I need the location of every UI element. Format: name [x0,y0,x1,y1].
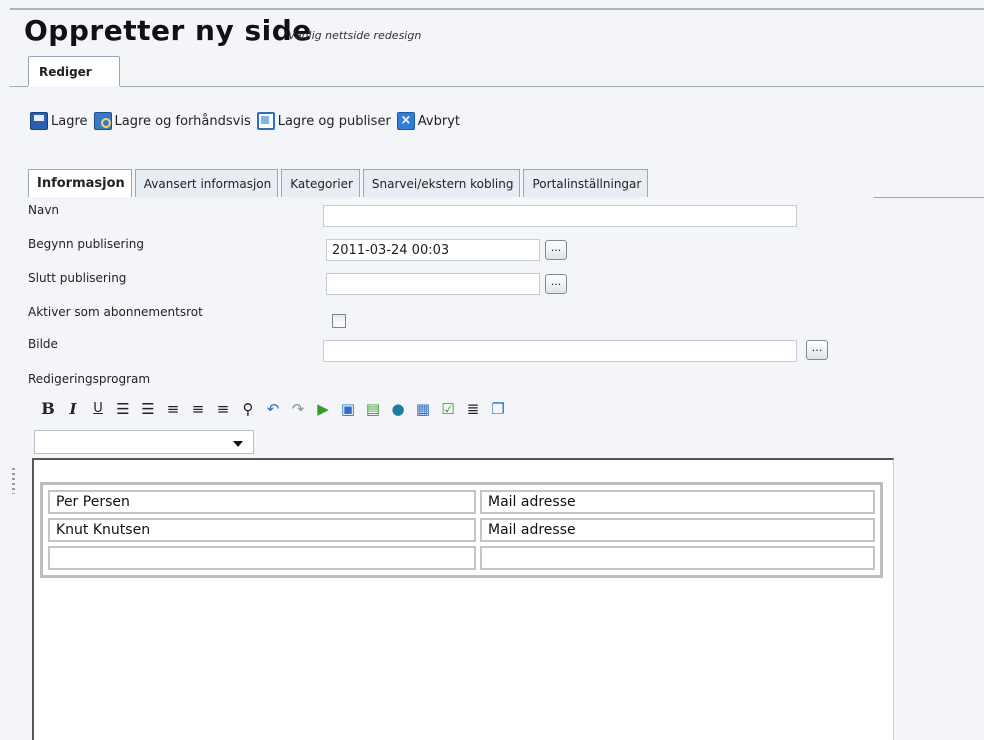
start-publish-field[interactable]: 2011-03-24 00:03 [326,239,540,261]
editor-content-area[interactable]: Per Persen Mail adresse Knut Knutsen Mai… [32,458,894,740]
cancel-button[interactable]: × Avbryt [396,112,461,130]
editor-label: Redigeringsprogram [28,372,151,386]
tab-line [120,86,984,87]
tab-portalinstallningar[interactable]: Portalinställningar [523,169,649,197]
name-label: Navn [28,203,60,217]
save-button[interactable]: Lagre [30,112,88,130]
insert-image-icon[interactable]: ▣ [340,400,356,418]
image-label: Bilde [28,337,58,351]
table-cell[interactable]: Knut Knutsen [48,518,476,542]
start-publish-label: Begynn publisering [28,237,144,251]
save-preview-button[interactable]: Lagre og forhåndsvis [93,112,251,130]
bold-button[interactable]: B [40,400,56,418]
preview-icon [93,112,112,130]
subscription-label: Aktiver som abonnementsrot [28,305,203,319]
table-cell[interactable] [480,546,875,570]
align-right-icon[interactable]: ≡ [215,400,231,418]
start-date-picker-button[interactable]: ... [545,240,567,260]
image-browse-button[interactable]: ... [806,340,828,360]
action-toolbar: Lagre Lagre og forhåndsvis Lagre og publ… [30,112,466,130]
insert-document-icon[interactable]: ▤ [365,400,381,418]
ordered-list-icon[interactable]: ☰ [115,400,131,418]
top-border [10,8,984,10]
bullet-list-icon[interactable]: ☰ [140,400,156,418]
editor-toolbar: B I U ☰ ☰ ≡ ≡ ≡ ⚲ ↶ ↷ ▶ ▣ ▤ ● ▦ ☑ ≣ ❐ [40,400,515,419]
tab-kategorier[interactable]: Kategorier [281,169,360,197]
table-cell[interactable] [48,546,476,570]
subscription-checkbox[interactable] [332,314,346,328]
end-publish-field[interactable] [326,273,540,295]
save-icon [30,112,48,130]
format-select[interactable] [34,430,254,454]
tab-snarvei[interactable]: Snarvei/ekstern kobling [362,169,521,197]
save-publish-label: Lagre og publiser [277,113,391,129]
end-publish-label: Slutt publisering [28,271,127,285]
table-row: Knut Knutsen Mail adresse [48,518,875,542]
save-publish-button[interactable]: Lagre og publiser [256,112,391,130]
format-icon[interactable]: ≣ [465,400,481,418]
align-left-icon[interactable]: ≡ [165,400,181,418]
tab-rediger[interactable]: Rediger [28,56,120,86]
find-icon[interactable]: ⚲ [240,400,256,418]
italic-button[interactable]: I [65,400,81,418]
name-field[interactable] [323,205,797,227]
cancel-label: Avbryt [417,113,461,129]
tab-avansert-informasjon[interactable]: Avansert informasjon [134,169,279,197]
end-date-picker-button[interactable]: ... [545,274,567,294]
save-label: Lagre [51,113,88,129]
spellcheck-icon[interactable]: ☑ [440,400,456,418]
insert-link-icon[interactable]: ▶ [315,400,331,418]
redo-icon[interactable]: ↷ [290,400,306,418]
insert-object-icon[interactable]: ● [390,400,406,418]
underline-button[interactable]: U [90,400,106,418]
info-tabs: Informasjon Avansert informasjon Kategor… [28,169,651,197]
tab-informasjon[interactable]: Informasjon [28,169,132,197]
content-table: Per Persen Mail adresse Knut Knutsen Mai… [40,482,883,578]
tab-line [10,86,28,87]
insert-table-icon[interactable]: ▦ [415,400,431,418]
table-cell[interactable]: Mail adresse [480,518,875,542]
table-row [48,546,875,570]
save-preview-label: Lagre og forhåndsvis [114,113,251,129]
table-row: Per Persen Mail adresse [48,490,875,514]
page-title: Oppretter ny side [24,14,312,47]
align-center-icon[interactable]: ≡ [190,400,206,418]
image-field[interactable] [323,340,797,362]
undo-icon[interactable]: ↶ [265,400,281,418]
table-cell[interactable]: Per Persen [48,490,476,514]
table-cell[interactable]: Mail adresse [480,490,875,514]
resize-grip[interactable] [12,468,15,494]
fullscreen-icon[interactable]: ❐ [490,400,506,418]
close-icon: × [396,112,415,130]
publish-icon [256,112,275,130]
tab-line [874,197,984,198]
chevron-down-icon [233,441,243,447]
page-subtitle: Vanlig nettside redesign [288,29,422,42]
